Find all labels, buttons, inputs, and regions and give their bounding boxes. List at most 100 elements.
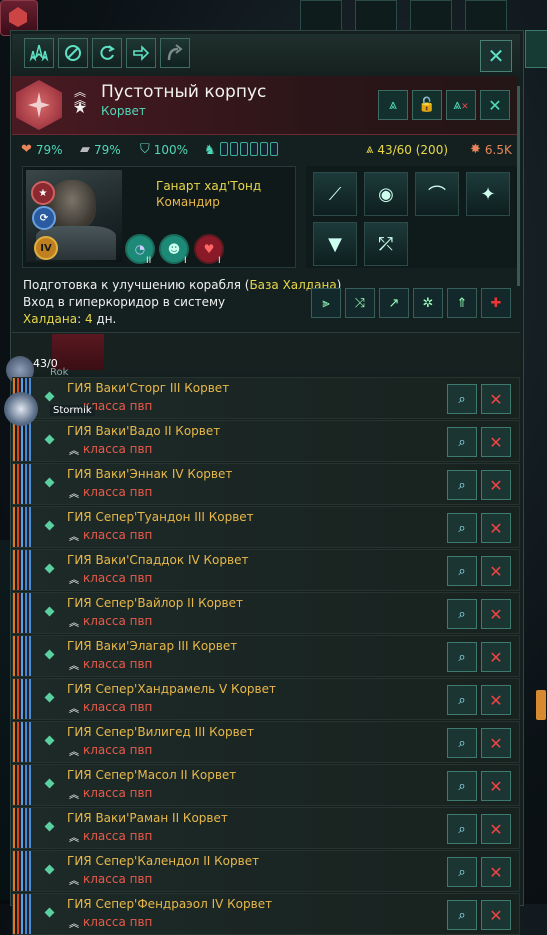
disband-ship-button[interactable]: ✕ [481, 728, 511, 758]
ship-row[interactable]: ГИЯ Ваки'Раман II Корвет ︽ класса пвп ⌕ ✕ [12, 807, 520, 849]
ship-class: класса пвп [83, 829, 153, 843]
disband-ship-button[interactable]: ✕ [481, 556, 511, 586]
commander-class-icon: ★ [31, 181, 55, 205]
ship-row[interactable]: ГИЯ Сепер'Туандон III Корвет ︽ класса пвп ⌕… [12, 506, 520, 548]
ship-name[interactable]: ГИЯ Ваки'Эннак IV Корвет [67, 467, 232, 481]
hull-stat: ❤ 79% [21, 142, 63, 157]
top-nav-slot[interactable] [355, 0, 397, 32]
ship-name[interactable]: ГИЯ Ваки'Раман II Корвет [67, 811, 228, 825]
ship-row[interactable]: ГИЯ Сепер'Вилигед III Корвет ︽ класса пвп ⌕… [12, 721, 520, 763]
disband-ship-button[interactable]: ✕ [481, 384, 511, 414]
close-panel-button[interactable]: ✕ [480, 40, 512, 72]
side-star-icon[interactable] [525, 30, 547, 68]
disband-ship-button[interactable]: ✕ [481, 427, 511, 457]
panel-scrollbar[interactable] [517, 86, 520, 286]
inspect-ship-button[interactable]: ⌕ [447, 857, 477, 887]
top-nav-slot[interactable] [300, 0, 342, 32]
split-fleet-button[interactable]: ⩓✕ [446, 90, 476, 120]
system-link[interactable]: Халдана [23, 312, 77, 326]
ship-name[interactable]: ГИЯ Сепер'Масол II Корвет [67, 768, 236, 782]
crew-pips [219, 142, 280, 159]
inspect-ship-button[interactable]: ⌕ [447, 556, 477, 586]
commander-name[interactable]: Ганарт хад'Тонд [156, 179, 261, 193]
trait-level: I [184, 256, 187, 266]
ship-row[interactable]: ГИЯ Сепер'Хандрамель V Корвет ︽ класса пвп… [12, 678, 520, 720]
ship-name[interactable]: ГИЯ Сепер'Вилигед III Корвет [67, 725, 254, 739]
ship-row[interactable]: ГИЯ Сепер'Фендраэол IV Корвет ︽ класса пвп… [12, 893, 520, 935]
ship-name[interactable]: ГИЯ Ваки'Спаддок IV Корвет [67, 553, 248, 567]
inspect-ship-button[interactable]: ⌕ [447, 728, 477, 758]
corvette-design-icon[interactable]: ⟋ [313, 172, 357, 216]
disband-ship-button[interactable]: ✕ [481, 857, 511, 887]
top-nav-slot[interactable] [465, 0, 507, 32]
magnify-icon: ⌕ [458, 907, 466, 923]
disband-ship-button[interactable]: ✕ [481, 513, 511, 543]
close-icon: ✕ [489, 819, 503, 839]
move-button[interactable] [126, 38, 156, 68]
disband-ship-button[interactable]: ✕ [481, 599, 511, 629]
star-icon[interactable] [4, 392, 38, 426]
magnify-icon: ⌕ [458, 434, 466, 450]
ship-name[interactable]: ГИЯ Сепер'Вайлор II Корвет [67, 596, 243, 610]
return-button[interactable] [160, 38, 190, 68]
frigate-design-icon[interactable]: ✦ [466, 172, 510, 216]
disband-ship-button[interactable]: ✕ [481, 642, 511, 672]
top-nav-slot[interactable] [410, 0, 452, 32]
ship-name[interactable]: ГИЯ Ваки'Вадо II Корвет [67, 424, 220, 438]
inspect-ship-button[interactable]: ⌕ [447, 642, 477, 672]
close-icon: ✕ [489, 776, 503, 796]
disband-ship-button[interactable]: ✕ [481, 814, 511, 844]
fleet-formation-button[interactable] [24, 38, 54, 68]
destroyer-design-icon[interactable]: ◉ [364, 172, 408, 216]
ship-status-icon [44, 778, 55, 789]
split-ships-button[interactable]: ⤨ [345, 288, 375, 318]
disband-ship-button[interactable]: ✕ [481, 470, 511, 500]
cancel-order-button[interactable] [58, 38, 88, 68]
ship-row[interactable]: ГИЯ Сепер'Календол II Корвет ︽ класса пвп ⌕… [12, 850, 520, 892]
ship-row[interactable]: ГИЯ Ваки'Элагар III Корвет ︽ класса пвп ⌕ ✕ [12, 635, 520, 677]
merge-fleets-button[interactable]: ⫸ [311, 288, 341, 318]
heart-icon: ❤ [21, 142, 32, 157]
inspect-ship-button[interactable]: ⌕ [447, 513, 477, 543]
upgrade-fleet-button[interactable]: ⩓ [378, 90, 408, 120]
close-icon: ✕ [487, 44, 505, 68]
inspect-ship-button[interactable]: ⌕ [447, 900, 477, 930]
reorder-button[interactable]: ↗ [379, 288, 409, 318]
inspect-ship-button[interactable]: ⌕ [447, 685, 477, 715]
inspect-ship-button[interactable]: ⌕ [447, 771, 477, 801]
ship-name[interactable]: ГИЯ Сепер'Календол II Корвет [67, 854, 259, 868]
disband-fleet-button[interactable]: ✕ [480, 90, 510, 120]
inspect-ship-button[interactable]: ⌕ [447, 384, 477, 414]
ship-status-icon [44, 907, 55, 918]
system-label[interactable]: Stormik [50, 405, 95, 416]
ship-name[interactable]: ГИЯ Сепер'Хандрамель V Корвет [67, 682, 276, 696]
ship-class: класса пвп [83, 915, 153, 929]
fleet-name[interactable]: Пустотный корпус [101, 82, 266, 102]
upgrade-button[interactable]: ⇑ [447, 288, 477, 318]
titan-design-icon[interactable]: ▼ [313, 222, 357, 266]
ship-row[interactable]: ГИЯ Ваки'Эннак IV Корвет ︽ класса пвп ⌕ ✕ [12, 463, 520, 505]
lock-fleet-button[interactable]: 🔓 [412, 90, 442, 120]
ship-row[interactable]: ГИЯ Ваки'Спаддок IV Корвет ︽ класса пвп ⌕ ✕ [12, 549, 520, 591]
reinforce-button[interactable]: ✚ [481, 288, 511, 318]
settings-button[interactable]: ✲ [413, 288, 443, 318]
disband-ship-button[interactable]: ✕ [481, 685, 511, 715]
disband-ship-button[interactable]: ✕ [481, 771, 511, 801]
science-design-icon[interactable]: ⤱ [364, 222, 408, 266]
cruiser-design-icon[interactable]: ⌒ [415, 172, 459, 216]
disband-ship-button[interactable]: ✕ [481, 900, 511, 930]
ship-name[interactable]: ГИЯ Сепер'Туандон III Корвет [67, 510, 254, 524]
empty-ship-slot[interactable] [52, 334, 104, 370]
ship-rank-icon: ︽ [69, 704, 79, 715]
ship-row[interactable]: ГИЯ Сепер'Масол II Корвет ︽ класса пвп ⌕ ✕ [12, 764, 520, 806]
inspect-ship-button[interactable]: ⌕ [447, 427, 477, 457]
orbit-button[interactable] [92, 38, 122, 68]
inspect-ship-button[interactable]: ⌕ [447, 814, 477, 844]
inspect-ship-button[interactable]: ⌕ [447, 599, 477, 629]
ship-name[interactable]: ГИЯ Ваки'Элагар III Корвет [67, 639, 237, 653]
ship-name[interactable]: ГИЯ Ваки'Сторг III Корвет [67, 381, 229, 395]
ship-name[interactable]: ГИЯ Сепер'Фендраэол IV Корвет [67, 897, 272, 911]
ship-row[interactable]: ГИЯ Ваки'Вадо II Корвет ︽ класса пвп ⌕ ✕ [12, 420, 520, 462]
inspect-ship-button[interactable]: ⌕ [447, 470, 477, 500]
ship-row[interactable]: ГИЯ Сепер'Вайлор II Корвет ︽ класса пвп ⌕ ✕ [12, 592, 520, 634]
